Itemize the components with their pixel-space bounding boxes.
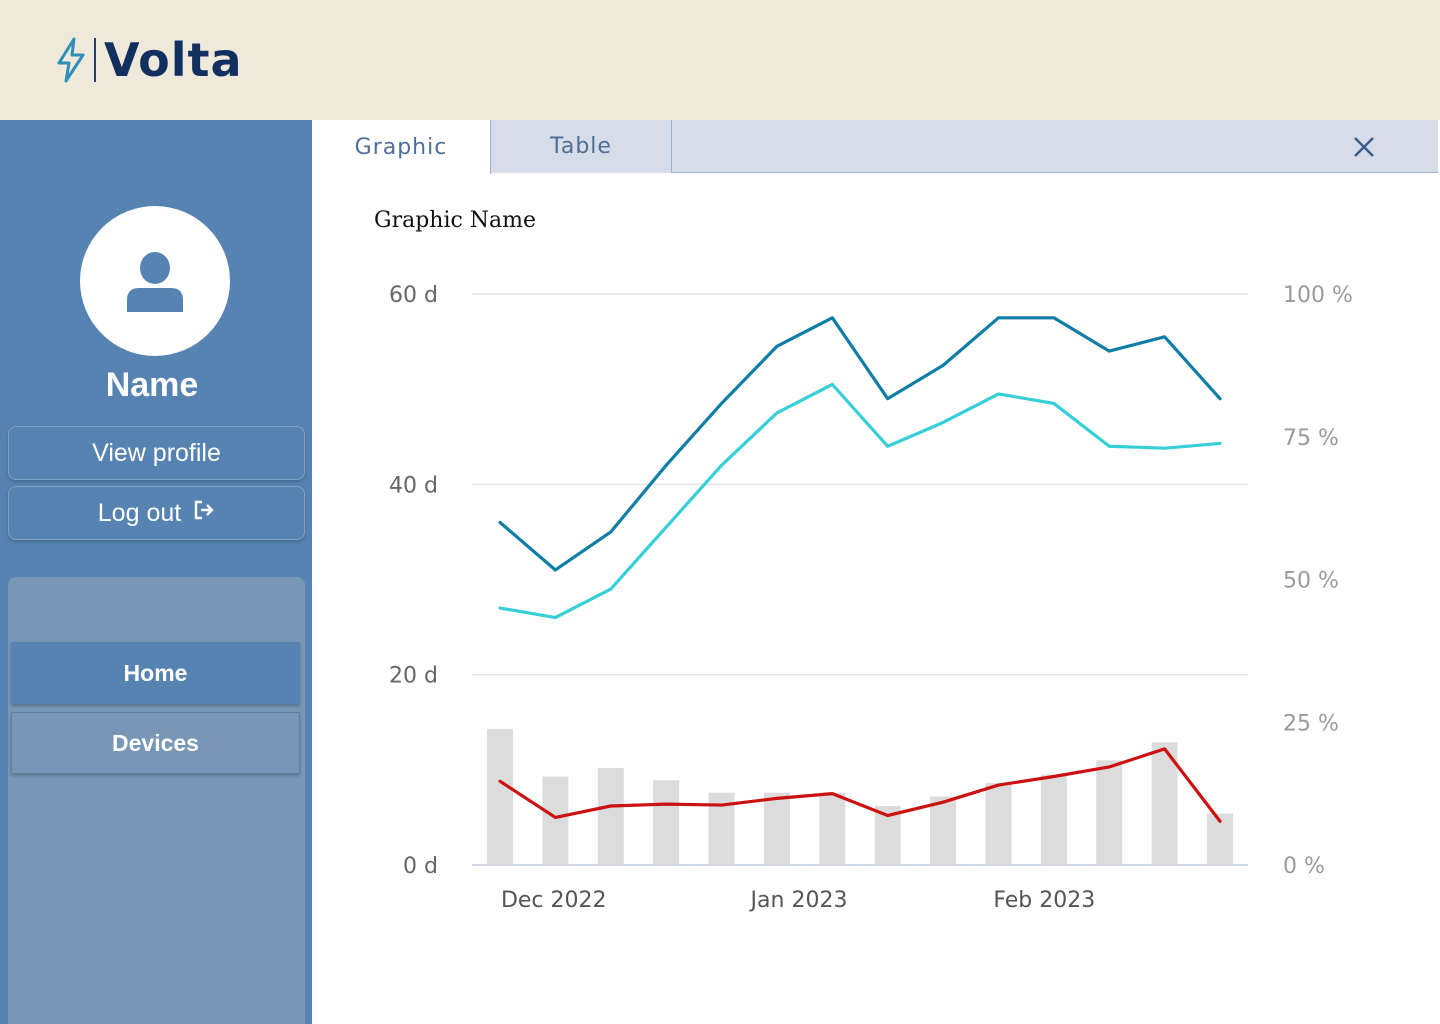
menu-item-devices[interactable]: Devices xyxy=(11,712,300,774)
bar xyxy=(930,796,957,865)
brand-name: Volta xyxy=(104,33,243,87)
bar xyxy=(653,780,680,865)
tab-bar: Graphic Table xyxy=(312,120,1438,174)
tab-table-label: Table xyxy=(550,134,612,159)
sidebar: Name View profile Log out Home Devices xyxy=(0,120,312,1024)
menu-item-home-label: Home xyxy=(123,659,188,686)
logout-icon xyxy=(193,499,215,528)
tab-table[interactable]: Table xyxy=(491,120,672,173)
brand-logo[interactable]: Volta xyxy=(54,34,243,86)
y-right-tick-label: 75 % xyxy=(1283,426,1339,451)
view-profile-label: View profile xyxy=(92,438,221,467)
y-right-tick-label: 0 % xyxy=(1283,854,1325,879)
y-left-tick-label: 40 d xyxy=(389,473,438,498)
logout-button[interactable]: Log out xyxy=(8,486,305,540)
bar xyxy=(487,728,513,865)
bar xyxy=(1040,774,1067,865)
bar xyxy=(1096,760,1123,865)
bar xyxy=(763,792,790,865)
menu-item-devices-label: Devices xyxy=(112,729,199,756)
user-name: Name xyxy=(105,366,199,404)
bar xyxy=(597,767,624,865)
y-left-tick-label: 20 d xyxy=(389,664,438,689)
chart-title: Graphic Name xyxy=(374,208,537,233)
x-tick-label: Dec 2022 xyxy=(501,888,607,913)
bar xyxy=(985,783,1012,865)
person-icon xyxy=(127,252,183,312)
avatar[interactable] xyxy=(80,206,230,356)
tab-graphic-label: Graphic xyxy=(354,134,448,160)
y-right-tick-label: 25 % xyxy=(1283,711,1339,736)
x-tick-label: Feb 2023 xyxy=(993,888,1095,913)
y-left-tick-label: 60 d xyxy=(389,283,438,308)
y-right-tick-label: 100 % xyxy=(1283,283,1353,308)
y-left-tick-label: 0 d xyxy=(403,854,438,879)
lightning-bolt-icon xyxy=(57,37,85,83)
close-button[interactable] xyxy=(1350,133,1378,161)
x-tick-label: Jan 2023 xyxy=(749,888,848,913)
close-icon xyxy=(1354,137,1374,157)
series-line-1 xyxy=(498,316,1222,572)
menu-panel: Home Devices xyxy=(8,577,305,1024)
view-profile-button[interactable]: View profile xyxy=(8,426,305,480)
logout-label: Log out xyxy=(97,498,182,527)
chart: 0 d 20 d 40 d 60 d 0 % 25 % 50 % 75 % 100 % Dec 2… xyxy=(389,283,1353,913)
tab-graphic[interactable]: Graphic xyxy=(312,120,491,174)
series-line-2 xyxy=(498,382,1222,620)
bar xyxy=(542,776,569,865)
bar xyxy=(819,792,846,865)
menu-item-home[interactable]: Home xyxy=(11,642,300,704)
top-bar: Volta xyxy=(0,0,1440,120)
logo-divider xyxy=(94,38,96,82)
y-right-tick-label: 50 % xyxy=(1283,569,1339,594)
